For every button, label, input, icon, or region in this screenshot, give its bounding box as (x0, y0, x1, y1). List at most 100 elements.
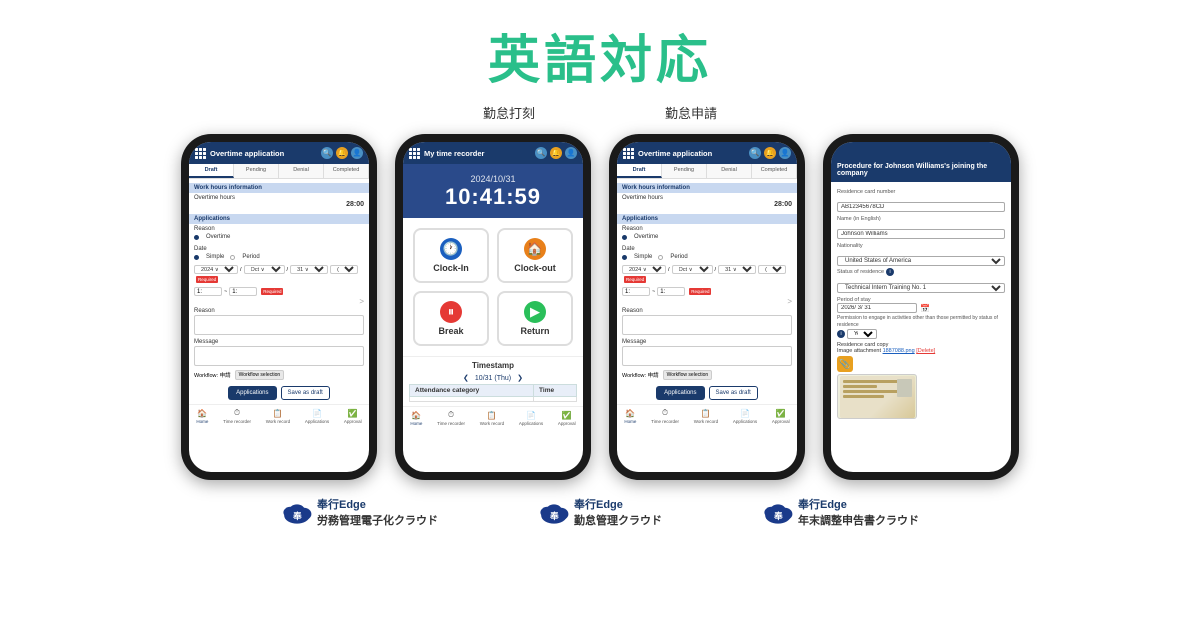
bell-icon-1[interactable]: 🔔 (336, 147, 348, 159)
search-icon-1[interactable]: 🔍 (321, 147, 333, 159)
tab-completed-1[interactable]: Completed (324, 164, 369, 178)
month-select-1[interactable]: Oct ∨ (244, 265, 285, 274)
radio-simple-1[interactable] (194, 255, 199, 260)
nav-home-2[interactable]: 🏠 Home (410, 410, 422, 426)
nav-home-3[interactable]: 🏠 Home (624, 408, 636, 424)
message-textarea-3[interactable] (622, 346, 792, 366)
tab-draft-1[interactable]: Draft (189, 164, 234, 178)
card-number-input[interactable] (837, 202, 1005, 212)
month-select-3[interactable]: Oct ∨ (672, 265, 713, 274)
nav-timerecorder-1[interactable]: ⏱ Time recorder (223, 408, 251, 424)
nav-timerecorder-3[interactable]: ⏱ Time recorder (651, 408, 679, 424)
nav-approval-3[interactable]: ✅ Approval (772, 408, 790, 424)
scroll-arrow-1: > (189, 297, 369, 306)
logo-product-3: 年末調整申告書クラウド (798, 512, 919, 528)
search-icon-3[interactable]: 🔍 (749, 147, 761, 159)
nav-workrecord-1[interactable]: 📋 Work record (266, 408, 290, 424)
user-icon-1[interactable]: 👤 (351, 147, 363, 159)
year-select-1[interactable]: 2024 ∨ (194, 265, 238, 274)
prev-arrow[interactable]: ❮ (463, 374, 469, 382)
required-badge-1: Required (196, 276, 218, 283)
period-input[interactable] (837, 303, 917, 313)
company-header: Procedure for Johnson Williams's joining… (831, 142, 1011, 182)
user-icon-2[interactable]: 👤 (565, 147, 577, 159)
hour-input-1[interactable]: 1: (194, 287, 222, 296)
approval-icon-2: ✅ (561, 410, 573, 420)
workflow-btn-1[interactable]: Workflow selection (235, 370, 285, 380)
applications-btn-3[interactable]: Applications (656, 386, 704, 400)
nationality-select[interactable]: United States of America (837, 256, 1005, 266)
radio-active-1[interactable] (194, 235, 199, 240)
nav-home-1[interactable]: 🏠 Home (196, 408, 208, 424)
logo-svg-1: 奉 (281, 498, 313, 526)
upload-btn[interactable]: 📎 (837, 356, 853, 372)
nav-applications-2[interactable]: 📄 Applications (519, 410, 543, 426)
break-label: Break (438, 326, 463, 336)
nav-approval-2[interactable]: ✅ Approval (558, 410, 576, 426)
save-btn-1[interactable]: Save as draft (281, 386, 330, 400)
status-select[interactable]: Technical Intern Training No. 1 (837, 283, 1005, 293)
nav-approval-1[interactable]: ✅ Approval (344, 408, 362, 424)
applications-btn-1[interactable]: Applications (228, 386, 276, 400)
timestamp-date: 10/31 (Thu) (475, 375, 511, 382)
card-inner (840, 376, 915, 418)
yes-dropdown[interactable]: Yes (847, 329, 877, 339)
time-date: 2024/10/31 (408, 174, 578, 184)
clock-in-btn[interactable]: 🕐 Clock-In (413, 228, 489, 283)
file-link[interactable]: 1887088.png (883, 348, 915, 354)
reason-textarea-1[interactable] (194, 315, 364, 335)
hour-end-input-1[interactable]: 1: (229, 287, 257, 296)
workflow-btn-3[interactable]: Workflow selection (663, 370, 713, 380)
reason-textarea-3[interactable] (622, 315, 792, 335)
tab-pending-3[interactable]: Pending (662, 164, 707, 178)
time-cell (534, 397, 577, 402)
nav-workrecord-3[interactable]: 📋 Work record (694, 408, 718, 424)
tab-denial-1[interactable]: Denial (279, 164, 324, 178)
dow-select-3[interactable]: (Thu) ∨ (758, 265, 786, 274)
day-select-3[interactable]: 31 ∨ (718, 265, 756, 274)
calendar-icon[interactable]: 📅 (920, 304, 930, 313)
name-input[interactable] (837, 229, 1005, 239)
radio-active-3[interactable] (622, 235, 627, 240)
break-btn[interactable]: ⏸ Break (413, 291, 489, 346)
clock-in-icon: 🕐 (440, 238, 462, 260)
tabs-1: Draft Pending Denial Completed (189, 164, 369, 179)
field-label-status: Status of residence i (837, 268, 1005, 276)
next-arrow[interactable]: ❯ (517, 374, 523, 382)
nav-timerecorder-2[interactable]: ⏱ Time recorder (437, 410, 465, 426)
nav-workrecord-2[interactable]: 📋 Work record (480, 410, 504, 426)
hour-input-3[interactable]: 1: (622, 287, 650, 296)
hour-end-input-3[interactable]: 1: (657, 287, 685, 296)
dow-select-1[interactable]: (Thu) ∨ (330, 265, 358, 274)
applications-icon-1: 📄 (311, 408, 323, 418)
radio-simple-3[interactable] (622, 255, 627, 260)
nav-applications-1[interactable]: 📄 Applications (305, 408, 329, 424)
tab-draft-3[interactable]: Draft (617, 164, 662, 178)
radio-period-1[interactable] (230, 255, 235, 260)
year-select-3[interactable]: 2024 ∨ (622, 265, 666, 274)
home-icon-2: 🏠 (410, 410, 422, 420)
return-btn[interactable]: ▶ Return (497, 291, 573, 346)
bell-icon-3[interactable]: 🔔 (764, 147, 776, 159)
search-icon-2[interactable]: 🔍 (535, 147, 547, 159)
message-textarea-1[interactable] (194, 346, 364, 366)
radio-period-3[interactable] (658, 255, 663, 260)
tab-completed-3[interactable]: Completed (752, 164, 797, 178)
nav-applications-3[interactable]: 📄 Applications (733, 408, 757, 424)
clock-out-btn[interactable]: 🏠 Clock-out (497, 228, 573, 283)
clock-buttons: 🕐 Clock-In 🏠 Clock-out ⏸ Break ▶ Return (403, 218, 583, 356)
bell-icon-2[interactable]: 🔔 (550, 147, 562, 159)
app-title-3: Overtime application (638, 149, 745, 158)
status-info-badge: i (886, 268, 894, 276)
day-select-1[interactable]: 31 ∨ (290, 265, 328, 274)
save-btn-3[interactable]: Save as draft (709, 386, 758, 400)
card-image-preview (837, 374, 917, 419)
user-icon-3[interactable]: 👤 (779, 147, 791, 159)
tab-denial-3[interactable]: Denial (707, 164, 752, 178)
required-badge-3: Required (624, 276, 646, 283)
time-row-3: 1: ~ 1: Required (617, 286, 797, 297)
delete-link[interactable]: [Delete] (916, 348, 935, 354)
tab-pending-1[interactable]: Pending (234, 164, 279, 178)
svg-text:奉: 奉 (292, 510, 302, 521)
workflow-label-3: Workflow: 申請 (622, 371, 659, 379)
